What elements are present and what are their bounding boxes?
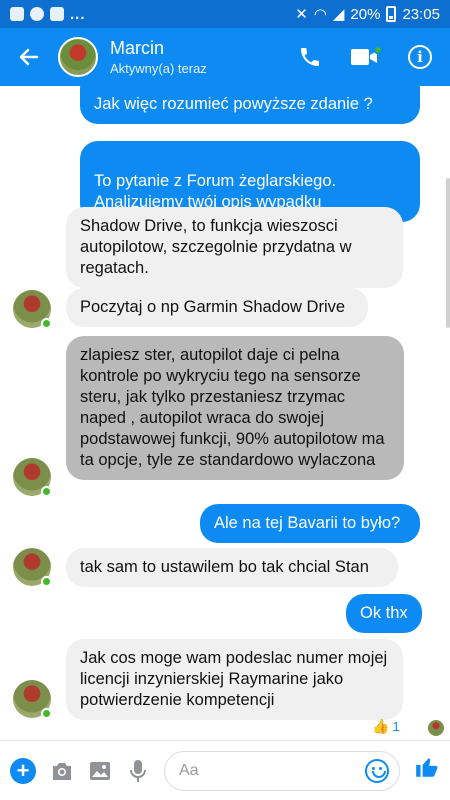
clock: 23:05 (402, 5, 440, 23)
camera-icon[interactable] (50, 759, 74, 783)
reaction-count: 1 (392, 719, 400, 734)
message-outgoing[interactable]: Ale na tej Bavarii to było? (200, 504, 420, 543)
battery-level: 20% (350, 5, 381, 23)
battery-icon (386, 6, 397, 22)
thumbs-up-icon: 👍 (372, 718, 390, 734)
microphone-icon[interactable] (126, 759, 150, 783)
message-outgoing[interactable]: Ok thx (346, 594, 422, 633)
contact-avatar[interactable] (13, 548, 52, 587)
smiley-icon[interactable] (365, 758, 389, 783)
message-incoming[interactable]: Jak cos moge wam podeslac numer mojej li… (66, 639, 403, 720)
online-indicator (41, 576, 52, 587)
status-bar: ... ✕ ◠ ◢ 20% 23:05 (0, 0, 450, 28)
message-text: Jak więc rozumieć powyższe zdanie ? (94, 95, 373, 113)
message-text: Jak cos moge wam podeslac numer mojej li… (80, 649, 388, 709)
contact-avatar[interactable] (13, 290, 52, 329)
message-reaction[interactable]: 👍 1 (372, 718, 400, 735)
header-actions: i (298, 45, 450, 69)
message-text: tak sam to ustawilem bo tak chcial Stan (80, 558, 369, 576)
online-indicator (41, 486, 52, 497)
message-text: Ok thx (360, 604, 408, 622)
online-indicator (41, 318, 52, 329)
info-icon[interactable]: i (408, 45, 432, 69)
message-incoming[interactable]: Shadow Drive, to funkcja wieszosci autop… (66, 207, 403, 288)
mute-icon: ✕ (295, 6, 308, 23)
message-incoming[interactable]: zlapiesz ster, autopilot daje ci pelna k… (66, 336, 404, 480)
notification-icon (10, 7, 24, 21)
message-outgoing[interactable]: Jak więc rozumieć powyższe zdanie ? (80, 86, 420, 124)
wifi-icon: ◠ (313, 6, 327, 23)
contact-name: Marcin (110, 38, 165, 58)
signal-icon: ◢ (332, 6, 345, 23)
message-text: To pytanie z Forum żeglarskiego. Analizu… (94, 172, 337, 211)
plus-icon[interactable]: + (10, 757, 36, 784)
contact-info[interactable]: Marcin Aktywny(a) teraz (110, 38, 298, 76)
message-incoming[interactable]: Poczytaj o np Garmin Shadow Drive (66, 288, 368, 327)
contact-status: Aktywny(a) teraz (110, 61, 207, 76)
arrow-left-icon[interactable] (0, 28, 58, 86)
thumbs-up-icon[interactable] (414, 754, 440, 787)
contact-avatar[interactable] (58, 37, 98, 77)
message-list[interactable]: Jak więc rozumieć powyższe zdanie ? To p… (0, 86, 450, 740)
message-composer: + (0, 740, 450, 800)
message-text: Ale na tej Bavarii to było? (214, 514, 401, 532)
message-input-box[interactable] (164, 750, 400, 791)
status-right: ✕ ◠ ◢ 20% 23:05 (295, 5, 440, 24)
video-camera-icon[interactable] (350, 45, 383, 68)
status-left: ... (10, 6, 86, 23)
chart-icon (50, 7, 64, 21)
message-input[interactable] (179, 761, 279, 780)
more-notifications: ... (70, 5, 86, 23)
contact-avatar[interactable] (13, 680, 52, 719)
message-incoming[interactable]: tak sam to ustawilem bo tak chcial Stan (66, 548, 398, 587)
conversation-header: Marcin Aktywny(a) teraz i (0, 28, 450, 86)
scrollbar[interactable] (446, 178, 450, 328)
messenger-icon (30, 7, 44, 21)
online-indicator (41, 708, 52, 719)
message-text: Shadow Drive, to funkcja wieszosci autop… (80, 217, 352, 277)
contact-avatar[interactable] (13, 458, 52, 497)
message-text: Poczytaj o np Garmin Shadow Drive (80, 298, 346, 316)
image-icon[interactable] (88, 759, 112, 783)
phone-icon[interactable] (298, 45, 322, 69)
message-text: zlapiesz ster, autopilot daje ci pelna k… (80, 346, 385, 469)
seen-avatar (428, 720, 444, 736)
